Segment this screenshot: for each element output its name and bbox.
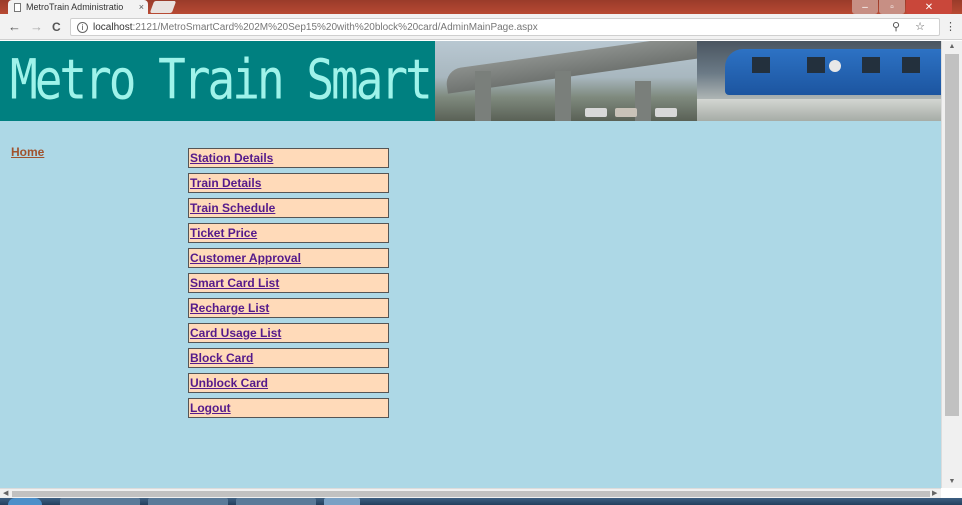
os-taskbar bbox=[0, 498, 962, 505]
tab-title: MetroTrain Administratio bbox=[26, 2, 124, 12]
browser-title-bar: MetroTrain Administratio × – ▫ ✕ bbox=[0, 0, 962, 14]
window-close-button[interactable]: ✕ bbox=[906, 0, 952, 14]
taskbar-item[interactable] bbox=[236, 498, 316, 505]
vertical-scroll-thumb[interactable] bbox=[945, 54, 959, 416]
taskbar-item[interactable] bbox=[148, 498, 228, 505]
minimize-button[interactable]: – bbox=[852, 0, 878, 14]
reload-icon[interactable]: C bbox=[52, 19, 61, 35]
browser-menu-icon[interactable]: ⋮ bbox=[945, 20, 956, 33]
admin-menu: Station Details Train Details Train Schedu… bbox=[188, 148, 389, 423]
address-bar[interactable]: i localhost :2121/MetroSmartCard%202M%20… bbox=[70, 18, 940, 36]
menu-item-card-usage-list[interactable]: Card Usage List bbox=[188, 323, 389, 343]
menu-item-smart-card-list[interactable]: Smart Card List bbox=[188, 273, 389, 293]
browser-tab[interactable]: MetroTrain Administratio × bbox=[8, 0, 148, 14]
start-button[interactable] bbox=[8, 498, 42, 505]
forward-arrow-icon[interactable]: → bbox=[30, 19, 43, 35]
browser-toolbar: ← → C i localhost :2121/MetroSmartCard%2… bbox=[0, 14, 962, 40]
scroll-up-icon[interactable]: ▲ bbox=[942, 41, 962, 53]
metro-train-photo bbox=[697, 41, 941, 121]
maximize-button[interactable]: ▫ bbox=[879, 0, 905, 14]
metro-viaduct-photo bbox=[435, 41, 697, 121]
menu-item-ticket-price[interactable]: Ticket Price bbox=[188, 223, 389, 243]
home-link[interactable]: Home bbox=[11, 145, 44, 159]
back-arrow-icon[interactable]: ← bbox=[8, 19, 21, 35]
page-content: Metro Train Smart Card Home Station Deta… bbox=[0, 41, 941, 488]
site-info-icon[interactable]: i bbox=[77, 21, 88, 33]
menu-item-train-details[interactable]: Train Details bbox=[188, 173, 389, 193]
menu-item-logout[interactable]: Logout bbox=[188, 398, 389, 418]
menu-item-train-schedule[interactable]: Train Schedule bbox=[188, 198, 389, 218]
vertical-scrollbar[interactable]: ▲ ▼ bbox=[941, 41, 962, 488]
tab-close-icon[interactable]: × bbox=[139, 2, 144, 12]
url-path: :2121/MetroSmartCard%202M%20Sep15%20with… bbox=[132, 21, 538, 33]
taskbar-item[interactable] bbox=[324, 498, 360, 505]
horizontal-scroll-thumb[interactable] bbox=[12, 491, 930, 497]
taskbar-item[interactable] bbox=[60, 498, 140, 505]
horizontal-scrollbar[interactable]: ◀ ▶ bbox=[0, 488, 941, 498]
url-host: localhost bbox=[93, 21, 133, 33]
menu-item-block-card[interactable]: Block Card bbox=[188, 348, 389, 368]
page-icon bbox=[14, 2, 21, 12]
header-banner: Metro Train Smart Card bbox=[0, 41, 941, 121]
menu-item-unblock-card[interactable]: Unblock Card bbox=[188, 373, 389, 393]
menu-item-customer-approval[interactable]: Customer Approval bbox=[188, 248, 389, 268]
menu-item-recharge-list[interactable]: Recharge List bbox=[188, 298, 389, 318]
scroll-down-icon[interactable]: ▼ bbox=[942, 476, 962, 488]
new-tab-button[interactable] bbox=[149, 1, 177, 13]
menu-item-station-details[interactable]: Station Details bbox=[188, 148, 389, 168]
key-star-icons[interactable]: ⚲ ☆ bbox=[892, 20, 931, 33]
